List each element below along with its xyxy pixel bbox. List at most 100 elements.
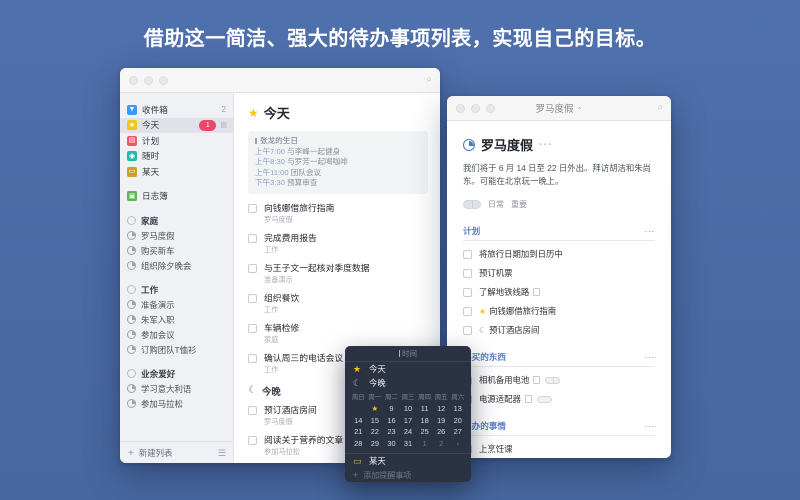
checklist-item[interactable]: 了解地铁线路 <box>463 286 655 298</box>
plus-icon[interactable]: + <box>128 448 134 459</box>
task-row[interactable]: 与王子文一起核对季度数据 准备演示 <box>248 263 428 284</box>
tag-label[interactable]: 日常 <box>488 199 504 210</box>
sidebar-item-inbox[interactable]: ▼ 收件箱 2 <box>120 102 233 118</box>
item-label: 向钱娜借旅行指南 <box>489 306 557 316</box>
section-menu-icon[interactable]: ··· <box>645 352 656 362</box>
add-reminder-button[interactable]: + 添加提醒事项 <box>345 468 471 482</box>
sidebar-item-someday[interactable]: ▭ 某天 <box>120 164 233 180</box>
close-button[interactable] <box>129 75 138 85</box>
sidebar-item-today[interactable]: ★ 今天 1 ▤ <box>120 117 233 133</box>
calendar-day[interactable]: 16 <box>383 415 400 427</box>
item-checkbox[interactable] <box>463 268 472 278</box>
calendar-day[interactable]: 12 <box>433 403 450 415</box>
task-checkbox[interactable] <box>248 405 257 415</box>
section-menu-icon[interactable]: ··· <box>645 226 656 236</box>
task-checkbox[interactable] <box>248 323 257 333</box>
checklist-item[interactable]: ☾ 预订酒店房间 <box>463 324 655 336</box>
sidebar-item-upcoming[interactable]: ▤ 计划 <box>120 133 233 149</box>
calendar-day[interactable]: 10 <box>400 403 417 415</box>
calendar-day[interactable]: 31 <box>400 438 417 450</box>
date-search-field[interactable]: 时间 <box>345 346 471 362</box>
sidebar-project-marathon[interactable]: 参加马拉松 <box>120 396 233 411</box>
note-icon <box>533 288 541 296</box>
checklist-item[interactable]: ★ 向钱娜借旅行指南 <box>463 305 655 317</box>
sidebar-item-logbook[interactable]: ▣ 日志簿 <box>120 189 233 205</box>
calendar-day[interactable]: 15 <box>367 415 384 427</box>
calendar-day[interactable]: 30 <box>383 438 400 450</box>
calendar-day[interactable]: 22 <box>367 426 384 438</box>
sidebar-item-menu-icon[interactable]: ▤ <box>220 121 227 129</box>
calendar-day[interactable]: 18 <box>416 415 433 427</box>
task-checkbox[interactable] <box>248 233 257 243</box>
new-list-label[interactable]: 新建列表 <box>139 447 173 459</box>
calendar-day[interactable]: 11 <box>416 403 433 415</box>
task-checkbox[interactable] <box>248 353 257 363</box>
calendar-day-today[interactable]: ★ <box>367 403 384 415</box>
sidebar-project-conference[interactable]: 参加会议 <box>120 327 233 342</box>
calendar-day[interactable]: 29 <box>367 438 384 450</box>
calendar-day[interactable]: 13 <box>449 403 466 415</box>
calendar-day[interactable]: 9 <box>383 403 400 415</box>
tag-label[interactable]: 重要 <box>511 199 527 210</box>
sidebar-project-tshirts[interactable]: 订购团队T恤衫 <box>120 342 233 357</box>
main-window-titlebar[interactable]: ⌕ <box>120 68 440 93</box>
calendar-day[interactable]: 2 <box>433 438 450 450</box>
calendar-day[interactable]: 20 <box>449 415 466 427</box>
filter-icon[interactable]: ☰ <box>218 448 226 459</box>
calendar-day[interactable]: 17 <box>400 415 417 427</box>
task-row[interactable]: 向钱娜借旅行指南 罗马度假 <box>248 203 428 224</box>
task-checkbox[interactable] <box>248 293 257 303</box>
sidebar-group-home[interactable]: 家庭 <box>120 213 233 228</box>
calendar-day[interactable]: 25 <box>416 426 433 438</box>
checklist-item[interactable]: 预订机票 <box>463 267 655 279</box>
detail-window-titlebar[interactable]: 罗马度假 ⌃ ⌕ <box>447 96 671 121</box>
sidebar-project-rome[interactable]: 罗马度假 <box>120 228 233 243</box>
search-icon[interactable]: ⌕ <box>426 74 432 85</box>
calendar-day[interactable]: 14 <box>350 415 367 427</box>
item-checkbox[interactable] <box>463 306 472 316</box>
maximize-button[interactable] <box>159 75 168 85</box>
chevron-down-icon[interactable]: ⌃ <box>577 107 583 114</box>
project-notes[interactable]: 我们将于 6 月 14 日至 22 日外出。拜访胡洁和朱尚东。可能在北京玩一晚上… <box>463 162 655 187</box>
date-option-someday[interactable]: ▭ 某天 <box>345 454 471 468</box>
calendar-day[interactable] <box>350 403 367 415</box>
minimize-button[interactable] <box>144 75 153 85</box>
window-controls[interactable] <box>129 75 168 85</box>
date-option-today[interactable]: ★ 今天 <box>345 362 471 376</box>
item-checkbox[interactable] <box>463 249 472 259</box>
item-checkbox[interactable] <box>463 287 472 297</box>
sidebar-project-newyear[interactable]: 组织除夕晚会 <box>120 258 233 273</box>
search-icon[interactable]: ⌕ <box>657 102 663 113</box>
sidebar-project-onboarding[interactable]: 朱军入职 <box>120 312 233 327</box>
task-checkbox[interactable] <box>248 203 257 213</box>
calendar-day[interactable]: 24 <box>400 426 417 438</box>
checklist-item[interactable]: 相机备用电池 <box>463 374 655 386</box>
calendar-day[interactable]: 27 <box>449 426 466 438</box>
task-row[interactable]: 车辆检修 家庭 <box>248 323 428 344</box>
sidebar-project-presentation[interactable]: 准备演示 <box>120 297 233 312</box>
checklist-item[interactable]: 电源适配器 <box>463 393 655 405</box>
item-checkbox[interactable] <box>463 325 472 335</box>
more-options-icon[interactable]: ··· <box>539 139 553 151</box>
task-checkbox[interactable] <box>248 263 257 273</box>
sidebar-group-work[interactable]: 工作 <box>120 282 233 297</box>
calendar-day[interactable]: 26 <box>433 426 450 438</box>
sidebar-item-anytime[interactable]: ◉ 随时 <box>120 149 233 165</box>
sidebar-project-car[interactable]: 购买新车 <box>120 243 233 258</box>
checklist-item[interactable]: 将旅行日期加到日历中 <box>463 248 655 260</box>
calendar-day[interactable]: 1 <box>416 438 433 450</box>
sidebar-project-italian[interactable]: 学习意大利语 <box>120 381 233 396</box>
section-menu-icon[interactable]: ··· <box>645 421 656 431</box>
task-checkbox[interactable] <box>248 435 257 445</box>
calendar-day[interactable]: 28 <box>350 438 367 450</box>
calendar-day[interactable]: 19 <box>433 415 450 427</box>
calendar-day[interactable]: 21 <box>350 426 367 438</box>
task-row[interactable]: 完成费用报告 工作 <box>248 233 428 254</box>
task-row[interactable]: 组织餐饮 工作 <box>248 293 428 314</box>
sidebar-group-hobbies[interactable]: 业余爱好 <box>120 366 233 381</box>
date-option-tonight[interactable]: ☾ 今晚 <box>345 376 471 390</box>
calendar-next-month-arrow[interactable]: › <box>449 438 466 450</box>
checklist-item[interactable]: 上烹饪课 <box>463 443 655 455</box>
calendar-events-block[interactable]: 张龙的生日 上午7:00 与李峰一起健身 上午8:30 与罗芳一起喝咖啡 上午1… <box>248 131 428 194</box>
calendar-day[interactable]: 23 <box>383 426 400 438</box>
